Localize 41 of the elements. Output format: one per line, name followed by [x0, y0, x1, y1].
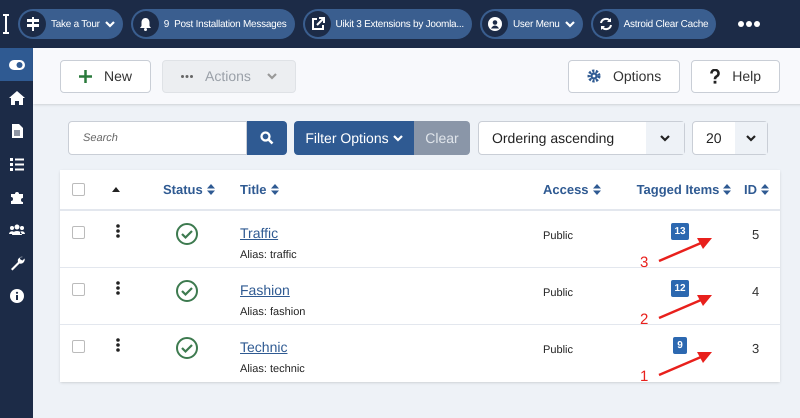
- column-header[interactable]: ID: [744, 180, 769, 200]
- alias-text: Alias: technic: [240, 362, 305, 377]
- toolbar-pill[interactable]: Uikit 3 Extensions by Joomla...: [302, 9, 472, 39]
- toolbar-pill[interactable]: Astroid Clear Cache: [590, 9, 716, 39]
- alias-text: Alias: traffic: [240, 248, 297, 263]
- access-text: Public: [543, 230, 573, 242]
- toolbar-pill[interactable]: 9 Post Installation Messages: [130, 9, 295, 39]
- id-text: 4: [752, 284, 760, 299]
- tagged-count-badge: 12: [671, 280, 689, 297]
- pill-label: Take a Tour: [51, 18, 100, 32]
- access-text: Public: [543, 287, 573, 299]
- message-count: 9: [164, 18, 170, 32]
- alias-text: Alias: fashion: [240, 305, 306, 320]
- limit-select[interactable]: 20: [692, 121, 768, 155]
- column-header[interactable]: Access: [543, 180, 601, 200]
- pill-label: Astroid Clear Cache: [624, 18, 708, 32]
- title-link[interactable]: Fashion: [240, 280, 290, 301]
- annotation-number: 2: [640, 312, 648, 327]
- title-link[interactable]: Technic: [240, 337, 288, 358]
- toolbar-pill[interactable]: User Menu: [480, 9, 583, 39]
- toolbar-button[interactable]: New: [60, 60, 152, 92]
- toolbar-button[interactable]: Help: [691, 60, 780, 92]
- id-text: 3: [752, 341, 760, 356]
- pill-label: Post Installation Messages: [174, 18, 287, 32]
- title-link[interactable]: Traffic: [240, 223, 278, 244]
- annotation-number: 1: [640, 369, 648, 384]
- column-header[interactable]: Status: [163, 180, 215, 200]
- access-text: Public: [543, 344, 573, 356]
- tagged-count-badge: 13: [671, 223, 689, 240]
- toolbar-button[interactable]: Options: [568, 60, 680, 92]
- filter-options-button[interactable]: Filter Options: [294, 121, 414, 155]
- pill-label: User Menu: [512, 18, 560, 32]
- column-header[interactable]: Tagged Items: [636, 180, 732, 200]
- search-field[interactable]: Search: [68, 121, 247, 155]
- toolbar-pill[interactable]: Take a Tour: [18, 9, 123, 39]
- column-header[interactable]: Title: [240, 180, 278, 200]
- id-text: 5: [752, 227, 760, 242]
- annotation-number: 3: [640, 255, 648, 270]
- tagged-count-badge: 9: [673, 337, 687, 354]
- pill-label: Uikit 3 Extensions by Joomla...: [336, 18, 464, 32]
- ordering-select[interactable]: Ordering ascending: [478, 121, 685, 155]
